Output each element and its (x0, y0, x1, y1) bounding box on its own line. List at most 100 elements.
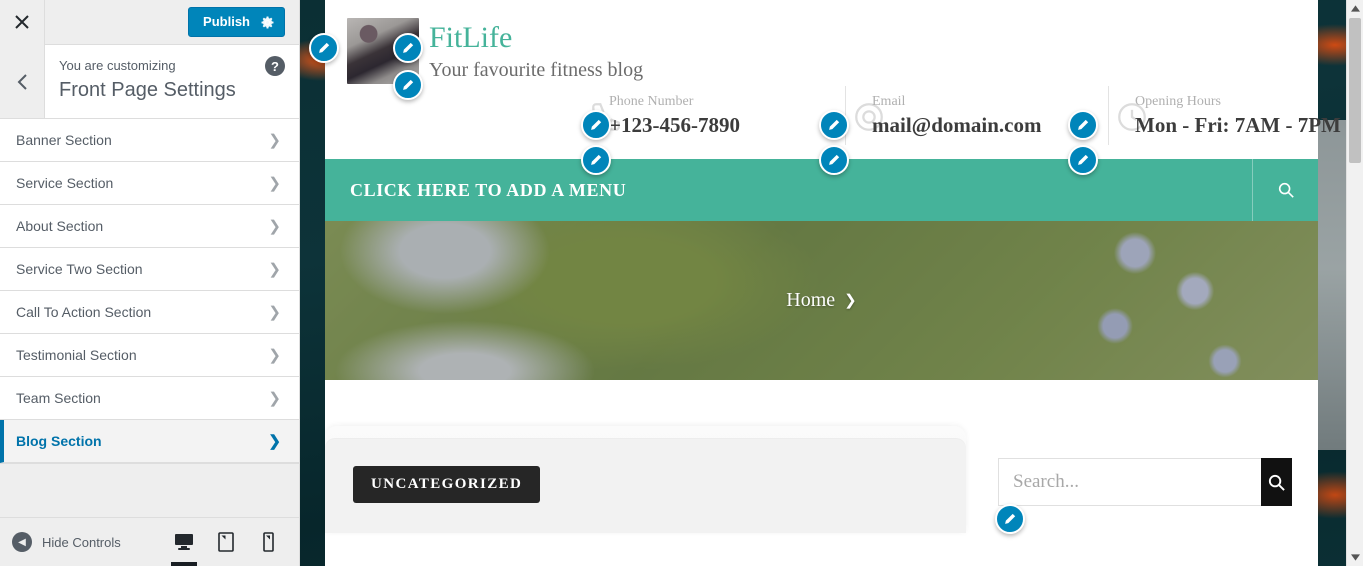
chevron-right-icon: ❯ (268, 346, 281, 364)
chevron-right-icon: ❯ (268, 303, 281, 321)
sidebar-item-call-to-action-section[interactable]: Call To Action Section ❯ (0, 291, 299, 334)
sidebar-item-testimonial-section[interactable]: Testimonial Section ❯ (0, 334, 299, 377)
back-button[interactable] (0, 45, 45, 118)
chevron-left-icon (17, 73, 27, 90)
edit-shortcut-hours-value[interactable] (1068, 145, 1098, 175)
help-icon[interactable]: ? (265, 56, 285, 76)
site-preview-frame[interactable]: FitLife Your favourite fitness blog Phon… (300, 0, 1363, 566)
contact-label: Opening Hours (1135, 94, 1221, 109)
pencil-icon (1078, 119, 1089, 130)
edit-shortcut-phone-value[interactable] (581, 145, 611, 175)
browser-scrollbar[interactable] (1346, 0, 1363, 566)
pencil-icon (403, 79, 414, 90)
blog-section: Uncategorized (325, 380, 1318, 566)
device-tablet-button[interactable] (205, 518, 247, 566)
hero-banner: Home ❯ (325, 221, 1318, 380)
publish-label: Publish (203, 14, 250, 29)
section-list: Banner Section ❯ Service Section ❯ About… (0, 119, 299, 464)
close-icon (15, 15, 29, 29)
customizer-sidebar: Publish You are customizing Front Page S… (0, 0, 300, 566)
scroll-down-button[interactable] (1347, 549, 1363, 566)
panel-title-group: You are customizing Front Page Settings … (45, 45, 299, 118)
sidebar-item-banner-section[interactable]: Banner Section ❯ (0, 119, 299, 162)
search-submit-button[interactable] (1261, 458, 1292, 506)
sidebar-item-label: Call To Action Section (16, 304, 152, 320)
hide-controls-button[interactable]: ◀ Hide Controls (0, 532, 163, 552)
page-title: Front Page Settings (59, 79, 236, 101)
search-widget (998, 458, 1292, 506)
edit-shortcut-tagline[interactable] (393, 70, 423, 100)
blog-post-card: Uncategorized (325, 426, 966, 533)
device-desktop-button[interactable] (163, 518, 205, 566)
contact-email-text: Email mail@domain.com (872, 92, 1041, 139)
customizing-label: You are customizing (59, 58, 176, 73)
sidebar-item-blog-section[interactable]: Blog Section ❯ (0, 420, 299, 463)
hero-inner: Home ❯ (325, 221, 1318, 380)
device-preview-buttons (163, 518, 299, 566)
publish-button[interactable]: Publish (188, 7, 285, 37)
contact-hours-text: Opening Hours Mon - Fri: 7AM - 7PM (1135, 92, 1341, 139)
pencil-icon (591, 119, 602, 130)
chevron-right-icon: ❯ (844, 293, 857, 309)
pencil-icon (1005, 513, 1016, 524)
edit-shortcut-hours-label[interactable] (1068, 110, 1098, 140)
pencil-icon (591, 154, 602, 165)
sidebar-item-label: Testimonial Section (16, 347, 137, 363)
chevron-right-icon: ❯ (268, 389, 281, 407)
search-icon (1278, 182, 1294, 198)
sidebar-item-service-two-section[interactable]: Service Two Section ❯ (0, 248, 299, 291)
pencil-icon (1078, 154, 1089, 165)
device-mobile-button[interactable] (247, 518, 289, 566)
scroll-up-button[interactable] (1347, 0, 1363, 17)
contact-value: +123-456-7890 (609, 113, 740, 137)
search-input[interactable] (998, 458, 1261, 506)
contact-phone-text: Phone Number +123-456-7890 (609, 92, 740, 139)
brand-row: FitLife Your favourite fitness blog (347, 18, 1296, 84)
menu-search-toggle[interactable] (1252, 159, 1318, 221)
mobile-icon (262, 532, 274, 552)
blog-post-card-inner: Uncategorized (325, 438, 966, 533)
panel-title-bar: You are customizing Front Page Settings … (0, 45, 299, 119)
category-badge[interactable]: Uncategorized (353, 466, 541, 503)
chevron-right-icon: ❯ (268, 217, 281, 235)
chevron-right-icon: ❯ (268, 432, 281, 450)
contact-value: mail@domain.com (872, 113, 1042, 137)
pencil-icon (829, 119, 840, 130)
customizer-footer: ◀ Hide Controls (0, 517, 299, 566)
scrollbar-thumb[interactable] (1349, 18, 1361, 163)
chevron-right-icon: ❯ (268, 174, 281, 192)
edit-shortcut-logo[interactable] (309, 33, 339, 63)
contact-label: Email (872, 94, 906, 109)
close-customizer-button[interactable] (0, 0, 45, 45)
edit-shortcut-site-title[interactable] (393, 33, 423, 63)
pencil-icon (829, 154, 840, 165)
sidebar-item-team-section[interactable]: Team Section ❯ (0, 377, 299, 420)
chevron-right-icon: ❯ (268, 260, 281, 278)
triangle-up-icon (1350, 5, 1360, 12)
chevron-right-icon: ❯ (268, 131, 281, 149)
sidebar-item-service-section[interactable]: Service Section ❯ (0, 162, 299, 205)
site-header: FitLife Your favourite fitness blog Phon… (325, 0, 1341, 159)
hide-controls-label: Hide Controls (42, 534, 121, 550)
site-title: FitLife (429, 21, 513, 54)
add-menu-link[interactable]: Click here to add a menu (350, 180, 1252, 201)
sidebar-item-label: About Section (16, 218, 104, 234)
tablet-icon (218, 532, 234, 552)
customizer-header: Publish (0, 0, 299, 45)
breadcrumb-home[interactable]: Home (786, 289, 835, 312)
pencil-icon (403, 42, 414, 53)
edit-shortcut-email-label[interactable] (819, 110, 849, 140)
edit-shortcut-email-value[interactable] (819, 145, 849, 175)
customizer-screen: Publish You are customizing Front Page S… (0, 0, 1363, 566)
edit-shortcut-phone-label[interactable] (581, 110, 611, 140)
contact-value: Mon - Fri: 7AM - 7PM (1135, 113, 1341, 137)
edit-shortcut-search-widget[interactable] (995, 504, 1025, 534)
pencil-icon (319, 42, 330, 53)
sidebar-item-label: Banner Section (16, 132, 112, 148)
contact-hours: Opening Hours Mon - Fri: 7AM - 7PM (1108, 86, 1363, 145)
breadcrumb: Home ❯ (786, 289, 856, 312)
gear-icon[interactable] (250, 8, 284, 36)
sidebar-item-about-section[interactable]: About Section ❯ (0, 205, 299, 248)
contact-email: Email mail@domain.com (845, 86, 1108, 145)
search-icon (1268, 474, 1285, 491)
